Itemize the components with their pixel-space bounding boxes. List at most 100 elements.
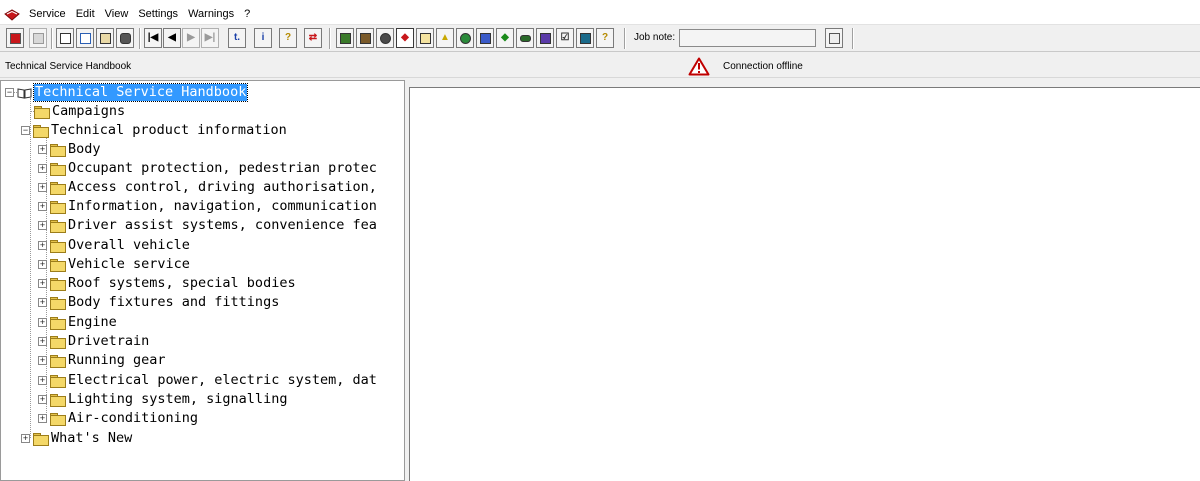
last-icon[interactable]: ▶| xyxy=(201,28,219,48)
help-page-icon[interactable]: ? xyxy=(596,28,614,48)
folder-icon xyxy=(50,259,66,272)
menu-settings[interactable]: Settings xyxy=(133,6,183,23)
new-document-icon[interactable] xyxy=(56,28,74,48)
tree-node-whats-new[interactable]: + What's New xyxy=(21,429,133,448)
tree-node-engine[interactable]: + Engine xyxy=(38,313,118,332)
collapse-toggle[interactable]: − xyxy=(21,126,30,135)
info-icon[interactable]: i xyxy=(254,28,272,48)
next-icon[interactable]: ▶ xyxy=(182,28,200,48)
tree-node-driver-assist[interactable]: + Driver assist systems, convenience fea xyxy=(38,216,378,235)
tree-node-label: Running gear xyxy=(68,352,166,368)
expand-toggle[interactable]: + xyxy=(38,337,47,346)
expand-toggle[interactable]: + xyxy=(38,376,47,385)
edit-document-icon[interactable] xyxy=(76,28,94,48)
tree-node-label: Drivetrain xyxy=(68,333,150,349)
open-folder-icon xyxy=(33,125,49,138)
save-icon[interactable] xyxy=(476,28,494,48)
menu-warnings[interactable]: Warnings xyxy=(183,6,239,23)
tree-node-label: Campaigns xyxy=(52,103,126,119)
tree-node-access-control[interactable]: + Access control, driving authorisation, xyxy=(38,178,378,197)
menu-service[interactable]: Service xyxy=(24,6,71,23)
folder-icon xyxy=(50,182,66,195)
previous-icon[interactable]: ◀ xyxy=(163,28,181,48)
folder-icon xyxy=(50,413,66,426)
tree-node-label: Overall vehicle xyxy=(68,237,190,253)
tool-icon[interactable] xyxy=(356,28,374,48)
tree-node-air-conditioning[interactable]: + Air-conditioning xyxy=(38,409,199,428)
list-icon[interactable] xyxy=(416,28,434,48)
warning-icon[interactable]: ▲ xyxy=(436,28,454,48)
first-icon[interactable]: |◀ xyxy=(144,28,162,48)
collapse-toggle[interactable]: − xyxy=(5,88,14,97)
globe-icon[interactable] xyxy=(456,28,474,48)
status-info-bar: Technical Service Handbook Connection of… xyxy=(0,56,1200,78)
toolbar-separator xyxy=(139,28,141,49)
expand-toggle[interactable]: + xyxy=(21,434,30,443)
help-icon[interactable]: ? xyxy=(279,28,297,48)
expand-toggle[interactable]: + xyxy=(38,241,47,250)
expand-toggle[interactable]: + xyxy=(38,414,47,423)
expand-toggle[interactable]: + xyxy=(38,164,47,173)
transfer-icon[interactable] xyxy=(536,28,554,48)
expand-toggle[interactable]: + xyxy=(38,221,47,230)
tree-node-label: Engine xyxy=(68,314,117,330)
tree-node-label: Body xyxy=(68,141,101,157)
expand-toggle[interactable]: + xyxy=(38,260,47,269)
menu-view[interactable]: View xyxy=(100,6,134,23)
tree-node-occupant-protection[interactable]: + Occupant protection, pedestrian protec xyxy=(38,159,378,178)
tree-node-root[interactable]: − Technical Service Handbook xyxy=(5,83,249,102)
tree-node-body-fixtures[interactable]: + Body fixtures and fittings xyxy=(38,293,280,312)
menu-edit[interactable]: Edit xyxy=(71,6,100,23)
swap-icon[interactable]: ⇄ xyxy=(304,28,322,48)
folder-icon xyxy=(50,297,66,310)
tree-node-label: What's New xyxy=(51,430,133,446)
diamond-icon[interactable]: ◆ xyxy=(396,28,414,48)
job-note-settings-icon[interactable] xyxy=(825,28,843,48)
tree-node-running-gear[interactable]: + Running gear xyxy=(38,351,167,370)
expand-toggle[interactable]: + xyxy=(38,356,47,365)
tree-node-overall-vehicle[interactable]: + Overall vehicle xyxy=(38,236,191,255)
job-note-field[interactable] xyxy=(679,29,816,47)
folder-icon xyxy=(50,144,66,157)
expand-toggle[interactable]: + xyxy=(38,298,47,307)
job-note-label: Job note: xyxy=(634,32,676,43)
toolbar: |◀ ◀ ▶ ▶| t. i ? ⇄ ◆ ▲ ◆ ☑ ? Job note: xyxy=(0,24,1200,52)
folder-icon xyxy=(50,317,66,330)
clipboard-icon[interactable] xyxy=(96,28,114,48)
tree-node-roof-systems[interactable]: + Roof systems, special bodies xyxy=(38,274,297,293)
tree-node-electrical-power[interactable]: + Electrical power, electric system, dat xyxy=(38,371,378,390)
tree-node-information-navigation[interactable]: + Information, navigation, communication xyxy=(38,197,378,216)
document-content-pane[interactable] xyxy=(409,87,1200,481)
print-icon[interactable] xyxy=(29,28,47,48)
toolbar-separator xyxy=(624,28,626,49)
connection-status: Connection offline xyxy=(723,61,803,72)
expand-toggle[interactable]: + xyxy=(38,318,47,327)
tree-node-body[interactable]: + Body xyxy=(38,140,102,159)
tree-node-lighting-system[interactable]: + Lighting system, signalling xyxy=(38,390,288,409)
tree-node-vehicle-service[interactable]: + Vehicle service xyxy=(38,255,191,274)
exit-icon[interactable] xyxy=(6,28,24,48)
vehicle-icon[interactable] xyxy=(116,28,134,48)
person-icon[interactable] xyxy=(376,28,394,48)
expand-toggle[interactable]: + xyxy=(38,145,47,154)
jump-icon[interactable]: t. xyxy=(228,28,246,48)
tree-node-campaigns[interactable]: Campaigns xyxy=(32,102,126,121)
tree-node-technical-product-information[interactable]: − Technical product information xyxy=(21,121,288,140)
folder-icon xyxy=(33,433,49,446)
expand-toggle[interactable]: + xyxy=(38,183,47,192)
handbook-icon[interactable] xyxy=(336,28,354,48)
tree-node-drivetrain[interactable]: + Drivetrain xyxy=(38,332,150,351)
wrench-icon[interactable] xyxy=(576,28,594,48)
car-icon[interactable] xyxy=(516,28,534,48)
expand-toggle[interactable]: + xyxy=(38,202,47,211)
tree-node-label: Occupant protection, pedestrian protec xyxy=(68,160,377,176)
navigation-tree: − Technical Service Handbook Campaigns −… xyxy=(0,80,405,481)
expand-toggle[interactable]: + xyxy=(38,279,47,288)
expand-toggle[interactable]: + xyxy=(38,395,47,404)
toolbar-separator xyxy=(852,28,854,49)
checkbox-icon[interactable]: ☑ xyxy=(556,28,574,48)
leaf-icon[interactable]: ◆ xyxy=(496,28,514,48)
menu-help[interactable]: ? xyxy=(239,6,255,23)
toolbar-separator xyxy=(329,28,331,49)
app-logo-icon xyxy=(4,8,20,22)
